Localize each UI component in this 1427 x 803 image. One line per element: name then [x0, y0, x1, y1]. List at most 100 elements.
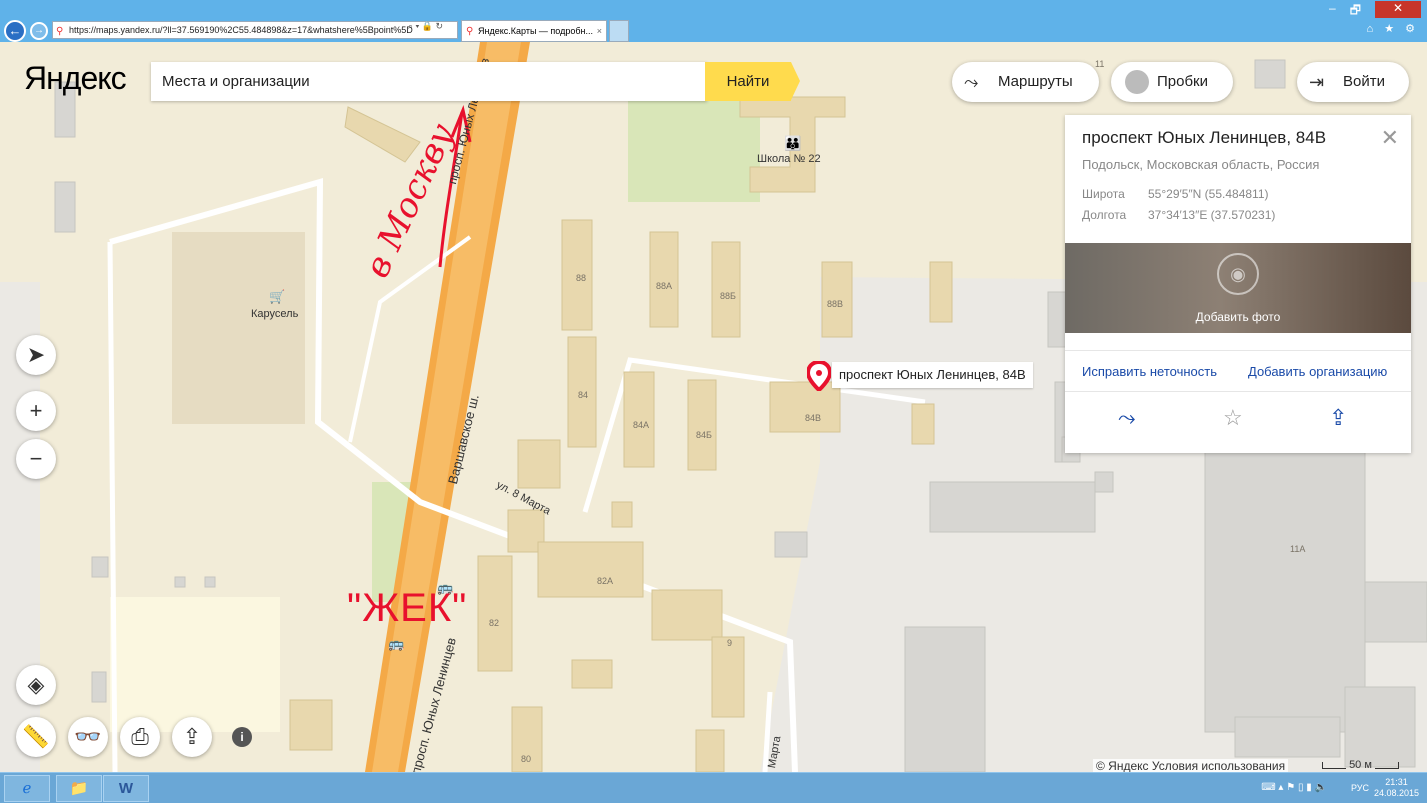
- shopping-cart-icon: 🛒: [269, 289, 286, 304]
- address-bar-area: ← → ⚲ https://maps.yandex.ru/?ll=37.5691…: [0, 18, 1427, 42]
- copyright-line: © Яндекс Условия использования: [1093, 759, 1289, 773]
- logo-text: Яндекс: [24, 60, 127, 96]
- browser-toolbar-icons[interactable]: ⌂ ★ ⚙: [1367, 22, 1419, 35]
- login-icon: ⇥: [1309, 72, 1325, 92]
- search-button-label: Найти: [726, 73, 770, 90]
- scale-bar: 50 м: [1322, 759, 1399, 771]
- building-label: 88: [576, 273, 587, 283]
- longitude-value: 37°34′13″E (37.570231): [1148, 208, 1276, 222]
- poi-karusel-label[interactable]: Карусель: [251, 308, 298, 320]
- share-icon[interactable]: ⇪: [1329, 405, 1347, 431]
- tab-favicon-icon: ⚲: [466, 26, 474, 37]
- latitude-label: Широта: [1082, 187, 1125, 201]
- traffic-light-icon: [1125, 70, 1149, 94]
- camera-icon: ◉: [1217, 253, 1259, 295]
- add-photo-label: Добавить фото: [1195, 310, 1281, 324]
- share-map-button[interactable]: ⇪: [172, 717, 212, 757]
- printer-icon: ⎙: [131, 724, 149, 749]
- building-label: 11: [1095, 59, 1105, 69]
- bus-stop-icon[interactable]: 🚌: [388, 636, 404, 652]
- close-icon[interactable]: ✕: [1381, 125, 1399, 151]
- login-button[interactable]: ⇥ Войти: [1297, 62, 1409, 102]
- clock[interactable]: 21:31 24.08.2015: [1374, 777, 1419, 799]
- back-button[interactable]: ←: [4, 20, 26, 42]
- longitude-label: Долгота: [1082, 208, 1127, 222]
- card-title: проспект Юных Ленинцев, 84В: [1082, 128, 1327, 147]
- tray-icons[interactable]: ⌨ ▴ ⚑ ▯ ▮ 🔈: [1261, 782, 1327, 793]
- route-icon: ⤳: [964, 72, 979, 92]
- geolocation-button[interactable]: ➤: [16, 335, 56, 375]
- print-button[interactable]: ⎙: [120, 717, 160, 757]
- poi-school-label[interactable]: Школа № 22: [757, 153, 821, 165]
- building-label: 84Б: [696, 430, 712, 440]
- school-icon: 👪: [784, 135, 802, 151]
- panorama-button[interactable]: 👓: [68, 717, 108, 757]
- route-here-icon[interactable]: ⤳: [1118, 405, 1136, 431]
- building-label: 84: [578, 390, 589, 400]
- ruler-icon: 📏: [22, 724, 50, 749]
- divider: [1065, 350, 1411, 351]
- building-label: 88А: [656, 281, 673, 291]
- internet-explorer-icon[interactable]: ℯ: [4, 775, 50, 802]
- terms-link[interactable]: Условия использования: [1152, 759, 1285, 773]
- building-label: 82: [489, 618, 500, 628]
- search-input[interactable]: Места и организации: [151, 62, 707, 101]
- building-label: 9: [727, 638, 733, 648]
- new-tab-button[interactable]: [609, 20, 629, 42]
- layers-icon: ◈: [27, 672, 45, 697]
- building-label: 11А: [1290, 544, 1306, 554]
- file-explorer-icon[interactable]: 📁: [56, 775, 102, 802]
- info-icon[interactable]: i: [232, 727, 252, 747]
- zoom-in-button[interactable]: +: [16, 391, 56, 431]
- forward-button[interactable]: →: [30, 22, 48, 40]
- fix-error-link[interactable]: Исправить неточность: [1082, 364, 1217, 379]
- minus-icon: −: [29, 446, 43, 471]
- layers-button[interactable]: ◈: [16, 665, 56, 705]
- copyright-text: © Яндекс: [1096, 759, 1149, 773]
- navigation-arrow-icon: ➤: [26, 342, 46, 367]
- latitude-value: 55°29′5″N (55.484811): [1148, 187, 1269, 201]
- star-icon[interactable]: ☆: [1223, 405, 1243, 431]
- scale-line: [1322, 761, 1346, 769]
- scale-line: [1374, 761, 1399, 769]
- arrow-left-icon: ←: [8, 23, 22, 38]
- clock-date: 24.08.2015: [1373, 788, 1419, 798]
- tab-close-icon[interactable]: ×: [597, 21, 602, 41]
- building-label: 80: [521, 754, 532, 764]
- divider: [1065, 391, 1411, 392]
- plus-icon: +: [29, 398, 43, 423]
- add-photo-button[interactable]: ◉ Добавить фото: [1065, 243, 1411, 333]
- building-label: 82А: [597, 576, 614, 586]
- login-label: Войти: [1343, 73, 1385, 90]
- building-label: 88Б: [720, 291, 736, 301]
- ruler-button[interactable]: 📏: [16, 717, 56, 757]
- card-subtitle: Подольск, Московская область, Россия: [1082, 157, 1320, 172]
- tab-title: Яндекс.Карты — подробн...: [478, 26, 593, 36]
- site-favicon-icon: ⚲: [56, 26, 64, 37]
- location-marker-icon[interactable]: [805, 359, 833, 393]
- traffic-button[interactable]: Пробки: [1111, 62, 1233, 102]
- language-indicator[interactable]: РУС: [1351, 783, 1369, 793]
- arrow-right-icon: →: [34, 25, 44, 36]
- traffic-label: Пробки: [1157, 73, 1208, 90]
- add-organization-link[interactable]: Добавить организацию: [1248, 364, 1387, 379]
- search-button[interactable]: Найти: [705, 62, 800, 101]
- routes-button[interactable]: ⤳ Маршруты: [952, 62, 1099, 102]
- yandex-logo[interactable]: Яндекс: [24, 60, 127, 97]
- tab-yandex-maps[interactable]: ⚲ Яндекс.Карты — подробн... ×: [461, 20, 607, 42]
- search-placeholder: Места и организации: [162, 73, 310, 90]
- window-titlebar: – 🗗 ✕: [0, 0, 1427, 22]
- binoculars-icon: 👓: [74, 724, 102, 749]
- share-icon: ⇪: [182, 724, 202, 749]
- url-text: https://maps.yandex.ru/?ll=37.569190%2C5…: [69, 25, 413, 35]
- building-label: 88В: [827, 299, 844, 309]
- url-tools[interactable]: ⌕ ▾ 🔒 ↻: [408, 21, 443, 32]
- marker-label[interactable]: проспект Юных Ленинцев, 84В: [832, 362, 1033, 388]
- place-card: проспект Юных Ленинцев, 84В ✕ Подольск, …: [1065, 115, 1411, 453]
- clock-time: 21:31: [1385, 777, 1408, 787]
- routes-label: Маршруты: [998, 73, 1073, 90]
- url-field[interactable]: ⚲ https://maps.yandex.ru/?ll=37.569190%2…: [52, 21, 458, 39]
- word-icon[interactable]: W: [103, 775, 149, 802]
- taskbar: ℯ 📁 W ⌨ ▴ ⚑ ▯ ▮ 🔈 РУС 21:31 24.08.2015: [0, 772, 1427, 803]
- zoom-out-button[interactable]: −: [16, 439, 56, 479]
